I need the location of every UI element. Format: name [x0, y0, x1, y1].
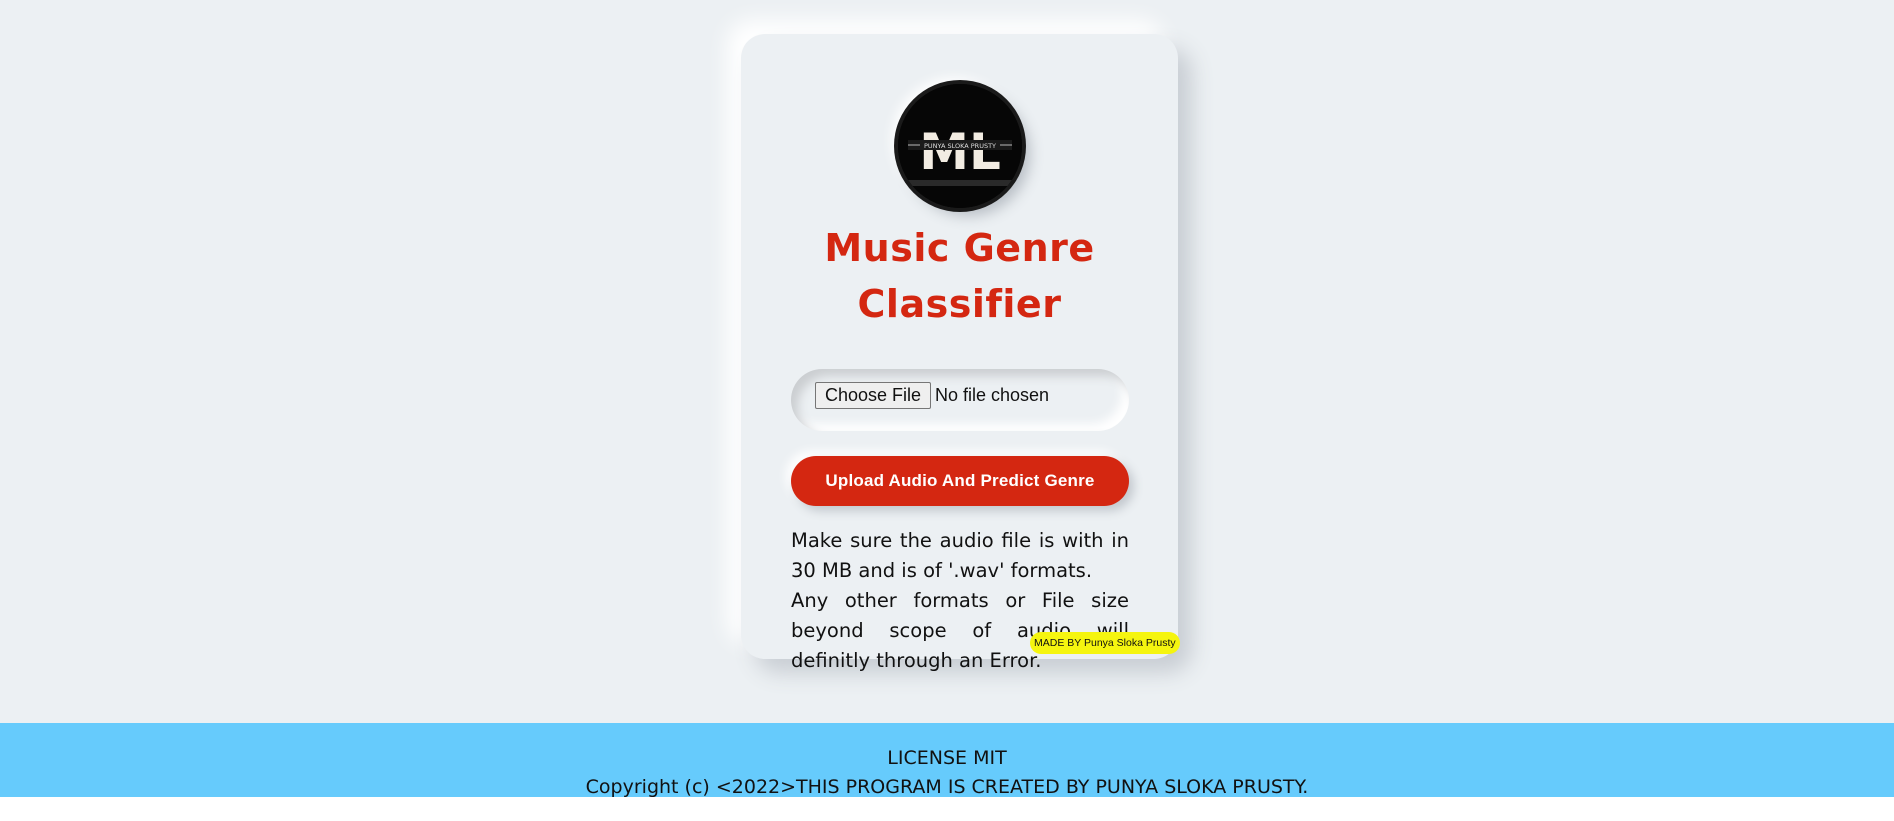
file-input[interactable]: Choose File No file chosen: [791, 369, 1129, 431]
footer: LICENSE MIT Copyright (c) <2022>THIS PRO…: [0, 723, 1894, 797]
title-line-1: Music Genre: [824, 226, 1095, 270]
author-badge: MADE BY Punya Sloka Prusty: [1030, 632, 1180, 654]
instructions-line-1: Make sure the audio file is with in 30 M…: [791, 529, 1129, 582]
ml-logo-icon: ML PUNYA SLOKA PRUSTY: [898, 84, 1022, 208]
instructions-line-2: Any other formats or File size beyond sc…: [791, 589, 1129, 672]
logo-tagline: PUNYA SLOKA PRUSTY: [924, 142, 996, 150]
file-status-text: No file chosen: [935, 385, 1050, 405]
footer-license: LICENSE MIT: [887, 747, 1007, 769]
choose-file-button[interactable]: Choose File: [815, 382, 932, 409]
logo-letters: ML: [919, 123, 1001, 181]
footer-copyright: Copyright (c) <2022>THIS PROGRAM IS CREA…: [585, 776, 1309, 797]
upload-predict-button[interactable]: Upload Audio And Predict Genre: [791, 456, 1129, 506]
title-line-2: Classifier: [857, 282, 1062, 326]
page-title: Music Genre Classifier: [741, 220, 1178, 332]
